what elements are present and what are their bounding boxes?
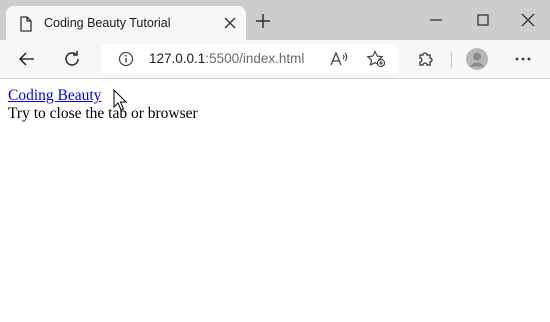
- puzzle-icon[interactable]: [417, 50, 435, 68]
- minimize-icon[interactable]: [428, 12, 444, 28]
- tab-close-icon[interactable]: [224, 17, 236, 29]
- refresh-icon[interactable]: [63, 50, 81, 68]
- page-icon: [20, 16, 32, 32]
- toolbar-divider: [451, 52, 452, 68]
- tab-strip: Coding Beauty Tutorial: [0, 0, 550, 40]
- url-host: 127.0.0.1: [149, 51, 206, 66]
- url-path: :5500/index.html: [205, 51, 305, 66]
- info-icon[interactable]: [118, 51, 134, 67]
- page-body-text: Try to close the tab or browser: [8, 105, 198, 122]
- toolbar: 127.0.0.1:5500/index.html: [0, 40, 550, 79]
- back-arrow-icon[interactable]: [18, 50, 36, 68]
- mouse-cursor-icon: [113, 89, 127, 111]
- url-text[interactable]: 127.0.0.1:5500/index.html: [149, 51, 304, 66]
- coding-beauty-link[interactable]: Coding Beauty: [8, 87, 101, 105]
- more-dots-icon[interactable]: [514, 51, 532, 67]
- favorite-star-icon[interactable]: [366, 50, 386, 68]
- tab-title: Coding Beauty Tutorial: [44, 16, 171, 30]
- window-close-icon[interactable]: [520, 12, 536, 28]
- address-bar[interactable]: 127.0.0.1:5500/index.html: [101, 44, 398, 74]
- new-tab-icon[interactable]: [256, 14, 270, 28]
- page-content: Coding Beauty Try to close the tab or br…: [0, 79, 550, 322]
- read-aloud-icon[interactable]: [330, 51, 348, 67]
- tab-active[interactable]: Coding Beauty Tutorial: [6, 6, 246, 40]
- avatar-icon[interactable]: [466, 48, 488, 70]
- maximize-icon[interactable]: [475, 12, 491, 28]
